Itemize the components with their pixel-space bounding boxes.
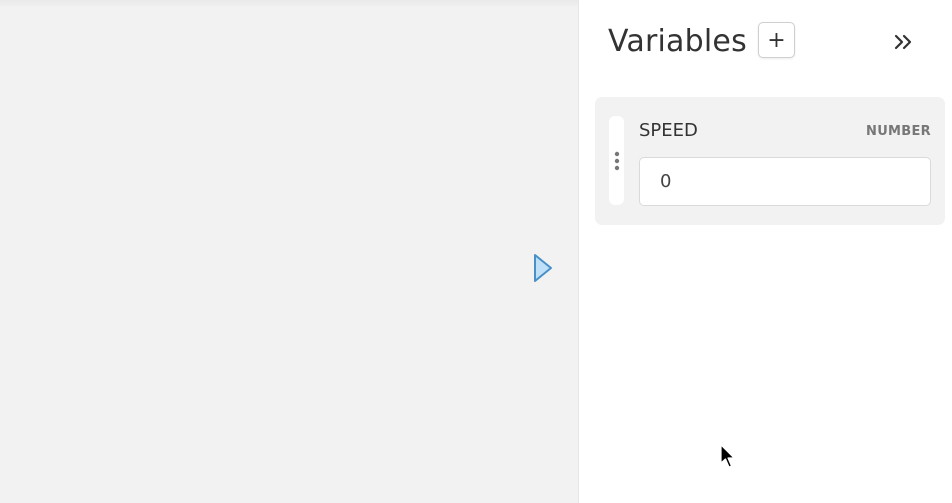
- double-chevron-right-icon: [894, 34, 912, 50]
- variable-name: SPEED: [639, 120, 698, 141]
- variables-panel-header: Variables +: [579, 0, 952, 84]
- variable-card: SPEED NUMBER: [595, 97, 945, 225]
- editor-canvas[interactable]: [0, 0, 579, 503]
- vertical-dots-icon: [614, 151, 619, 170]
- variable-value-input[interactable]: [639, 157, 931, 206]
- canvas-top-shadow: [0, 0, 578, 8]
- add-variable-button[interactable]: +: [758, 22, 795, 58]
- variable-type: NUMBER: [866, 124, 931, 139]
- app-window: Variables + SPEED NUMBER: [0, 0, 952, 503]
- panel-title: Variables: [608, 24, 747, 59]
- collapse-panel-button[interactable]: [889, 28, 919, 56]
- variables-panel: Variables + SPEED NUMBER: [579, 0, 952, 503]
- play-arrow-icon[interactable]: [531, 252, 555, 284]
- drag-handle[interactable]: [609, 116, 624, 205]
